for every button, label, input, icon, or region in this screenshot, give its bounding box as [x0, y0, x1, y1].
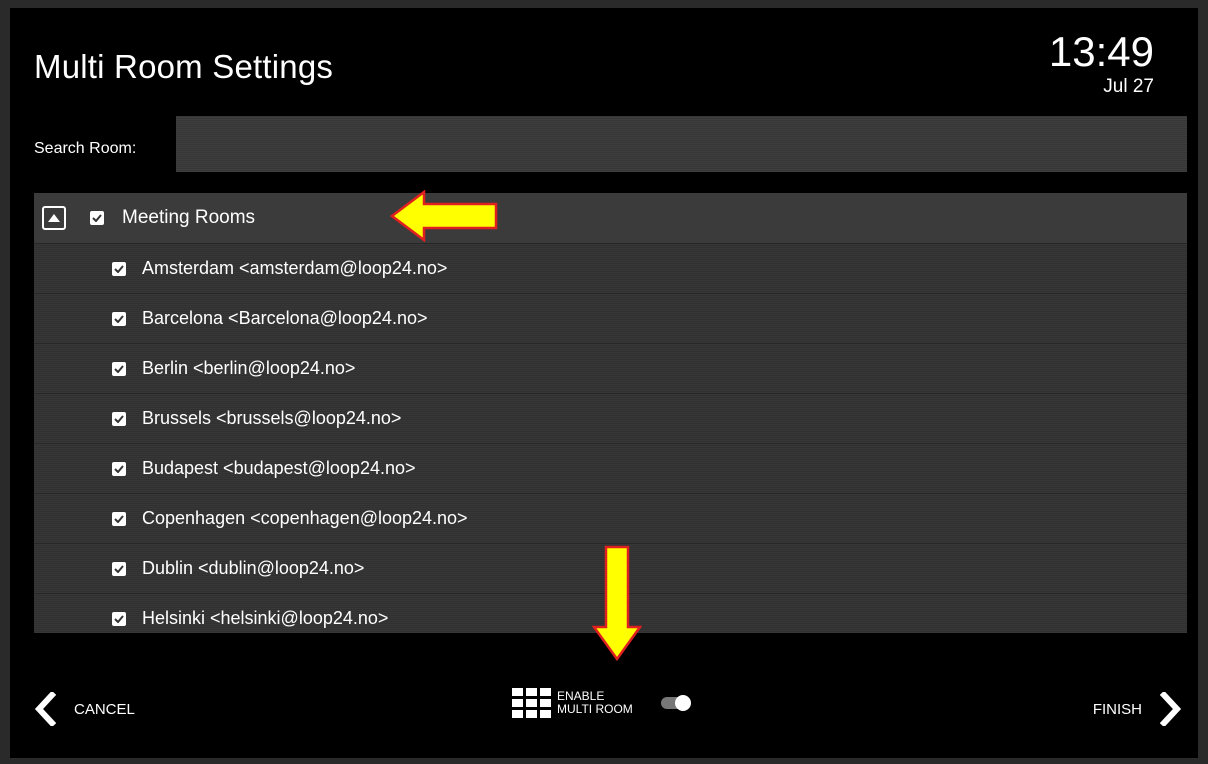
room-checkbox[interactable]: [112, 411, 126, 426]
group-header-meeting-rooms[interactable]: Meeting Rooms: [34, 193, 1187, 243]
room-label: Berlin <berlin@loop24.no>: [142, 358, 356, 378]
chevron-left-icon: [34, 692, 56, 726]
room-checkbox[interactable]: [112, 561, 126, 576]
room-label: Brussels <brussels@loop24.no>: [142, 408, 402, 428]
room-label: Amsterdam <amsterdam@loop24.no>: [142, 258, 448, 278]
checkmark-icon: [114, 514, 124, 523]
room-label: Budapest <budapest@loop24.no>: [142, 458, 416, 478]
search-input[interactable]: [176, 116, 1187, 172]
group-label: Meeting Rooms: [122, 207, 256, 228]
room-label: Helsinki <helsinki@loop24.no>: [142, 608, 389, 628]
multi-room-control[interactable]: ENABLE MULTI ROOM: [512, 688, 691, 718]
clock-date: Jul 27: [1103, 76, 1154, 97]
room-checkbox[interactable]: [112, 461, 126, 476]
cancel-button[interactable]: CANCEL: [34, 692, 135, 726]
toggle-knob: [675, 695, 691, 711]
room-row[interactable]: Barcelona <Barcelona@loop24.no>: [34, 293, 1187, 343]
finish-label: FINISH: [1092, 700, 1142, 718]
room-row[interactable]: Berlin <berlin@loop24.no>: [34, 343, 1187, 393]
checkmark-icon: [114, 264, 124, 273]
cancel-label: CANCEL: [74, 700, 135, 718]
collapse-button[interactable]: [42, 206, 66, 230]
chevron-up-icon: [48, 214, 60, 222]
group-checkbox[interactable]: [90, 211, 104, 225]
annotation-arrow-left: [390, 190, 498, 242]
finish-button[interactable]: FINISH: [1093, 692, 1182, 726]
checkmark-icon: [114, 464, 124, 473]
multi-room-label: ENABLE MULTI ROOM: [557, 689, 633, 716]
room-checkbox[interactable]: [112, 311, 126, 326]
room-row[interactable]: Brussels <brussels@loop24.no>: [34, 393, 1187, 443]
room-checkbox[interactable]: [112, 611, 126, 626]
grid-icon: [512, 688, 551, 718]
checkmark-icon: [114, 614, 124, 623]
room-checkbox[interactable]: [112, 261, 126, 276]
main-screen: Multi Room Settings 13:49 Jul 27 Search …: [10, 8, 1198, 758]
room-checkbox[interactable]: [112, 511, 126, 526]
room-row[interactable]: Copenhagen <copenhagen@loop24.no>: [34, 493, 1187, 543]
clock-time: 13:49: [1048, 28, 1154, 75]
page-title: Multi Room Settings: [34, 48, 334, 85]
room-label: Dublin <dublin@loop24.no>: [142, 558, 365, 578]
room-row[interactable]: Amsterdam <amsterdam@loop24.no>: [34, 243, 1187, 293]
checkmark-icon: [114, 564, 124, 573]
room-row[interactable]: Budapest <budapest@loop24.no>: [34, 443, 1187, 493]
checkmark-icon: [114, 364, 124, 373]
search-label: Search Room:: [34, 140, 137, 157]
checkmark-icon: [92, 214, 102, 222]
multi-room-toggle[interactable]: [661, 695, 691, 711]
room-checkbox[interactable]: [112, 361, 126, 376]
room-label: Copenhagen <copenhagen@loop24.no>: [142, 508, 468, 528]
checkmark-icon: [114, 414, 124, 423]
room-label: Barcelona <Barcelona@loop24.no>: [142, 308, 428, 328]
annotation-arrow-down: [592, 545, 642, 662]
chevron-right-icon: [1160, 692, 1182, 726]
bottom-bar: CANCEL ENABLE MULTI ROOM FINISH: [10, 668, 1198, 748]
clock: 13:49 Jul 27: [1049, 30, 1154, 98]
checkmark-icon: [114, 314, 124, 323]
